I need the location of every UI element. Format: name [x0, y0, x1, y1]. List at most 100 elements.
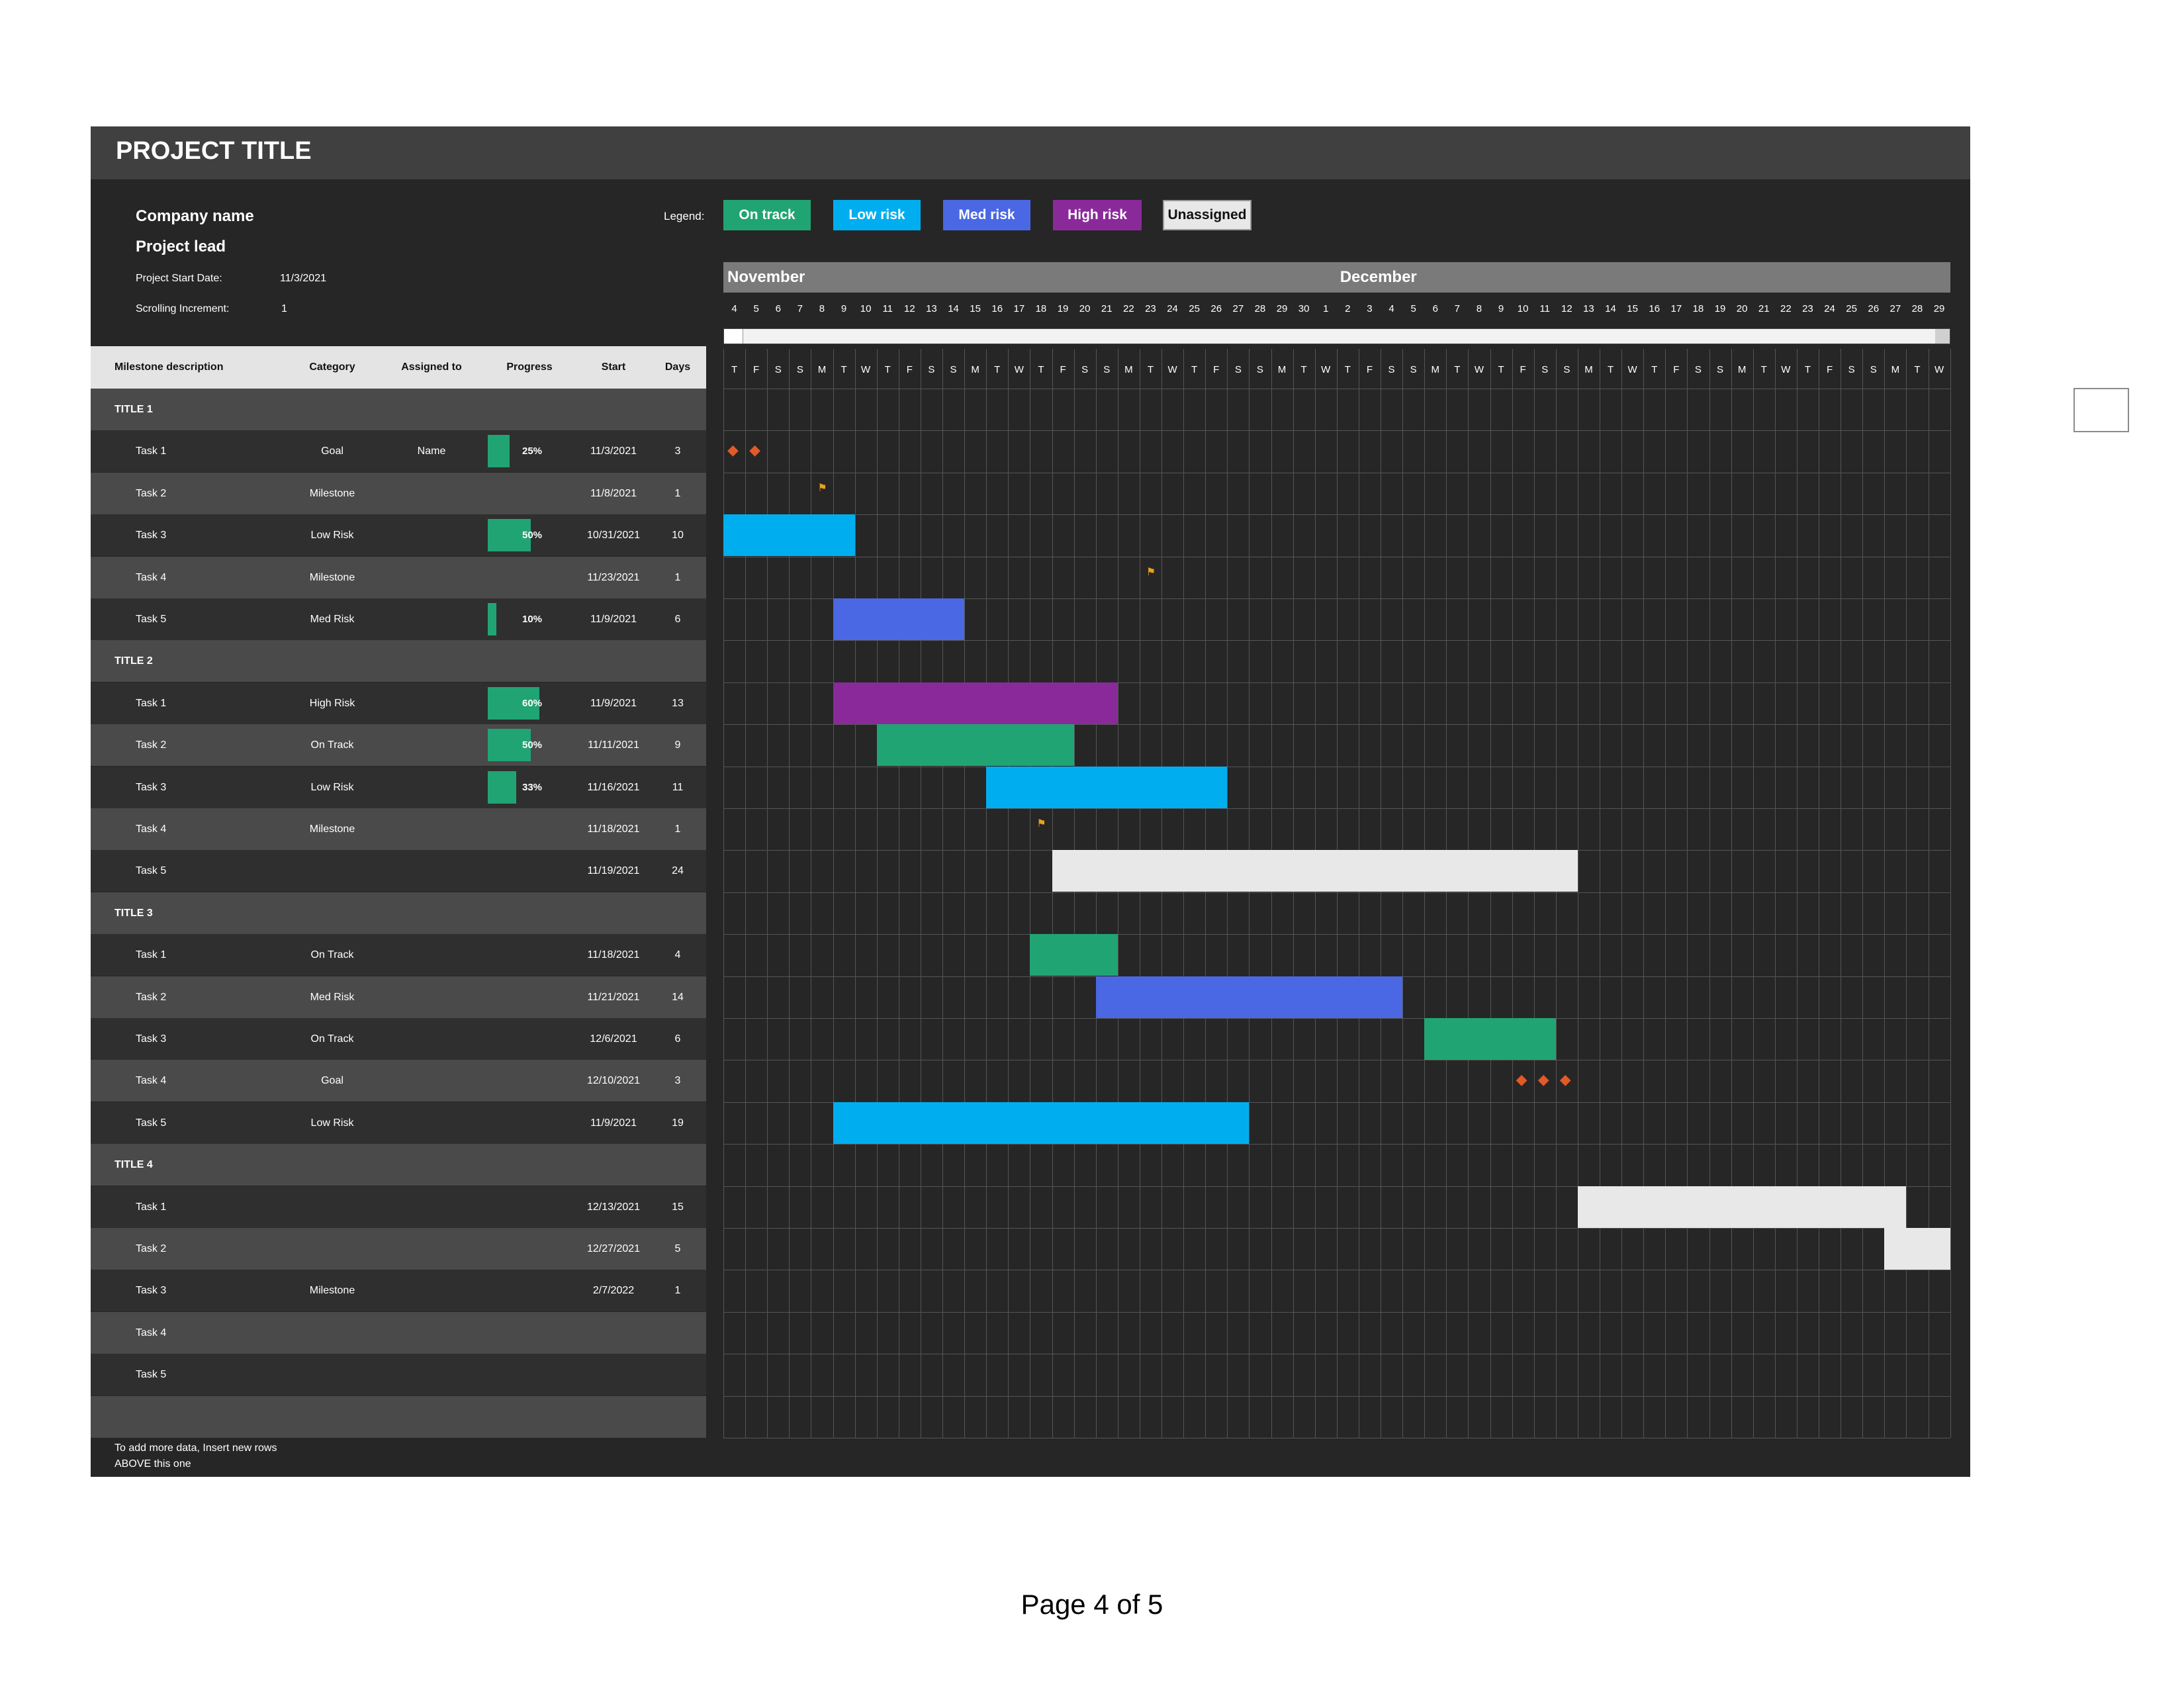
project-title[interactable]: PROJECT TITLE: [116, 137, 312, 165]
table-row[interactable]: Task 2 On Track 50% 11/11/2021 9: [91, 724, 706, 767]
table-row[interactable]: Task 5: [91, 1354, 706, 1396]
task-start: 2/7/2022: [592, 1285, 635, 1297]
weekday-label: T: [1038, 364, 1044, 375]
table-row[interactable]: Task 5 Low Risk 11/9/2021 19: [91, 1102, 706, 1144]
day-number: 20: [1079, 303, 1091, 314]
scroll-increment-value[interactable]: 1: [281, 303, 287, 315]
task-bar[interactable]: [833, 682, 1118, 724]
table-row[interactable]: Task 2 12/27/2021 5: [91, 1228, 706, 1270]
weekday-label: T: [1344, 364, 1351, 375]
section-title-row[interactable]: TITLE 1: [91, 389, 706, 430]
day-number: 3: [1367, 303, 1373, 314]
scroll-input-box[interactable]: [2073, 388, 2129, 432]
weekday-label: S: [928, 364, 935, 375]
task-name: Task 2: [136, 739, 167, 751]
task-bar[interactable]: [1424, 1018, 1556, 1060]
task-assigned: [382, 1354, 481, 1395]
section-title-row[interactable]: TITLE 4: [91, 1144, 706, 1186]
timeline-scrollbar[interactable]: [723, 328, 1950, 344]
day-number: 23: [1802, 303, 1813, 314]
weekday-label: W: [1474, 364, 1484, 375]
goal-diamond-icon[interactable]: ◆: [1516, 1072, 1527, 1087]
goal-diamond-icon[interactable]: ◆: [727, 443, 739, 457]
task-start: 11/9/2021: [590, 1117, 637, 1129]
task-bar[interactable]: [1884, 1228, 1950, 1270]
table-row[interactable]: Task 3 Milestone 2/7/2022 1: [91, 1270, 706, 1312]
task-name: Task 5: [136, 865, 167, 877]
grid-column-line: [1293, 349, 1294, 1438]
col-milestone[interactable]: Milestone description: [114, 346, 223, 389]
goal-diamond-icon[interactable]: ◆: [1538, 1072, 1549, 1087]
table-row[interactable]: Task 2 Milestone 11/8/2021 1: [91, 472, 706, 514]
day-number: 14: [1605, 303, 1616, 314]
weekday-label: S: [1563, 364, 1570, 375]
weekday-label: W: [1321, 364, 1331, 375]
day-number: 10: [860, 303, 872, 314]
table-row[interactable]: Task 3 Low Risk 33% 11/16/2021 11: [91, 766, 706, 808]
section-title-row[interactable]: TITLE 3: [91, 892, 706, 934]
col-category[interactable]: Category: [283, 346, 382, 389]
scrollbar-end[interactable]: [1935, 329, 1950, 344]
task-days: 3: [674, 445, 681, 457]
start-date-value[interactable]: 11/3/2021: [280, 273, 326, 285]
table-row[interactable]: Task 4 Goal 12/10/2021 3: [91, 1060, 706, 1102]
task-bar[interactable]: [1030, 934, 1118, 976]
task-bar[interactable]: [1577, 1186, 1907, 1228]
task-days: 1: [674, 823, 681, 835]
task-category: On Track: [310, 739, 354, 751]
goal-diamond-icon[interactable]: ◆: [749, 443, 760, 457]
task-bar[interactable]: [833, 1102, 1250, 1144]
table-row[interactable]: Task 4 Milestone 11/23/2021 1: [91, 556, 706, 598]
table-row[interactable]: Task 5 11/19/2021 24: [91, 850, 706, 892]
weekday-label: S: [1103, 364, 1111, 375]
task-days: 24: [672, 865, 684, 877]
day-number: 5: [1410, 303, 1416, 314]
milestone-flag-icon[interactable]: ⚑: [1146, 567, 1156, 578]
task-start: 11/21/2021: [587, 991, 640, 1003]
day-number: 8: [819, 303, 825, 314]
table-row[interactable]: Task 4 Milestone 11/18/2021 1: [91, 808, 706, 850]
month-label: November: [723, 262, 1315, 293]
blank-row[interactable]: [91, 1395, 706, 1438]
task-bar[interactable]: [833, 598, 965, 640]
col-progress[interactable]: Progress: [481, 346, 578, 389]
company-name[interactable]: Company name: [136, 207, 254, 226]
weekday-label: S: [796, 364, 803, 375]
task-assigned: Name: [417, 445, 446, 457]
col-days[interactable]: Days: [649, 346, 706, 389]
table-row[interactable]: Task 5 Med Risk 10% 11/9/2021 6: [91, 598, 706, 640]
scrollbar-thumb[interactable]: [724, 329, 743, 344]
table-row[interactable]: Task 3 On Track 12/6/2021 6: [91, 1018, 706, 1060]
legend-label: Legend:: [664, 210, 705, 222]
day-number: 13: [926, 303, 937, 314]
goal-diamond-icon[interactable]: ◆: [1560, 1072, 1571, 1087]
task-days: 9: [674, 739, 681, 751]
table-row[interactable]: Task 2 Med Risk 11/21/2021 14: [91, 976, 706, 1018]
day-number: 29: [1276, 303, 1288, 314]
task-days: 6: [674, 1033, 681, 1045]
task-bar[interactable]: [986, 766, 1228, 808]
section-title-row[interactable]: TITLE 2: [91, 640, 706, 682]
table-row[interactable]: Task 1 On Track 11/18/2021 4: [91, 934, 706, 976]
grid-column-line: [1752, 349, 1754, 1438]
task-bar[interactable]: [723, 514, 855, 557]
table-row[interactable]: Task 1 High Risk 60% 11/9/2021 13: [91, 682, 706, 724]
task-bar[interactable]: [1095, 976, 1403, 1018]
task-bar[interactable]: [876, 724, 1074, 767]
col-start[interactable]: Start: [578, 346, 649, 389]
grid-column-line: [1183, 349, 1185, 1438]
table-row[interactable]: Task 4: [91, 1311, 706, 1354]
project-lead[interactable]: Project lead: [136, 238, 226, 256]
task-bar[interactable]: [1052, 850, 1578, 892]
milestone-flag-icon[interactable]: ⚑: [1036, 819, 1046, 829]
task-assigned: [382, 1060, 481, 1102]
milestone-flag-icon[interactable]: ⚑: [817, 483, 827, 494]
task-category: On Track: [310, 949, 354, 961]
day-number: 4: [731, 303, 737, 314]
task-assigned: [382, 976, 481, 1018]
table-row[interactable]: Task 1 Goal Name 25% 11/3/2021 3: [91, 430, 706, 473]
table-row[interactable]: Task 1 12/13/2021 15: [91, 1186, 706, 1228]
weekday-label: M: [1277, 364, 1287, 375]
table-row[interactable]: Task 3 Low Risk 50% 10/31/2021 10: [91, 514, 706, 557]
col-assigned[interactable]: Assigned to: [382, 346, 481, 389]
